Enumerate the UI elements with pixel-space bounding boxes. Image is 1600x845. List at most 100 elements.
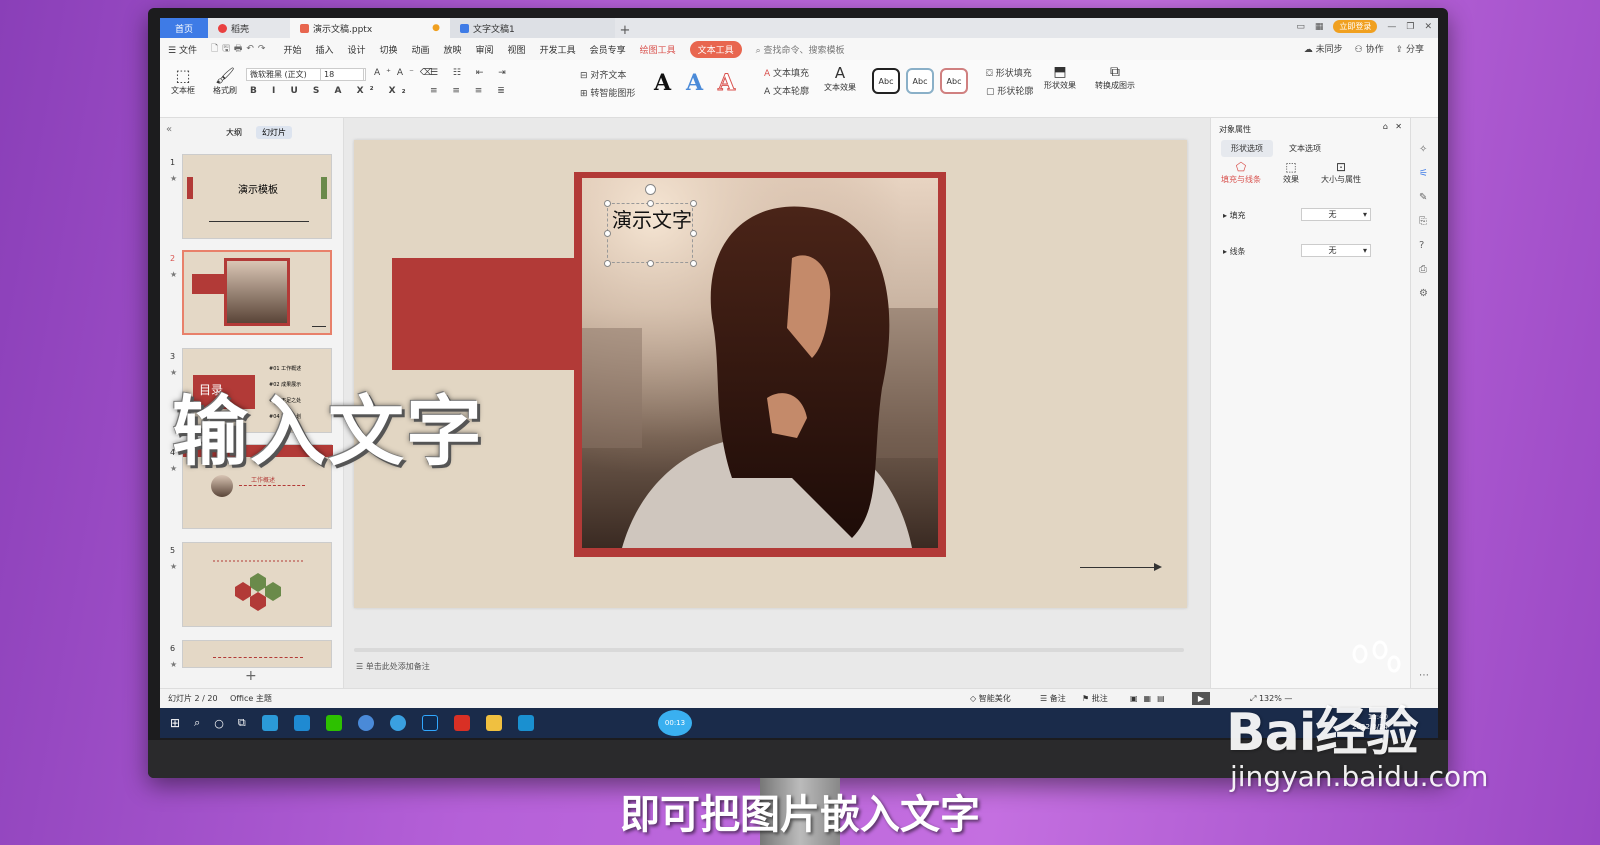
collab-button[interactable]: ⚇ 协作 (1355, 42, 1384, 55)
smart-beautify-button[interactable]: ◇ 智能美化 (970, 689, 1011, 708)
rotate-handle-icon[interactable] (645, 184, 656, 195)
store-icon[interactable] (517, 715, 534, 731)
tab-shape-options[interactable]: 形状选项 (1221, 140, 1273, 157)
tab-slides[interactable]: 幻灯片 (256, 126, 292, 139)
close-icon[interactable]: ✕ (1424, 22, 1432, 32)
resize-handle[interactable] (690, 260, 697, 267)
shape-fill-button[interactable]: ⛋ 形状填充 (986, 66, 1032, 79)
pin-tool-icon[interactable]: ✎ (1419, 192, 1427, 203)
menu-item-review[interactable]: 审阅 (476, 43, 494, 56)
resize-handle[interactable] (604, 230, 611, 237)
wps-icon[interactable] (453, 715, 470, 731)
fill-select[interactable]: 无 ▾ (1301, 208, 1371, 221)
folder-icon[interactable] (485, 715, 502, 731)
resize-handle[interactable] (647, 260, 654, 267)
resize-handle[interactable] (690, 230, 697, 237)
shape-style-3[interactable]: Abc (940, 68, 968, 94)
shape-effect-button[interactable]: ⬒ 形状效果 (1040, 64, 1080, 91)
resize-handle[interactable] (604, 200, 611, 207)
share-button[interactable]: ⇪ 分享 (1396, 42, 1424, 55)
cortana-icon[interactable]: ○ (214, 717, 224, 730)
shape-style-2[interactable]: Abc (906, 68, 934, 94)
textbox-button[interactable]: ⬚ 文本框 (166, 66, 200, 96)
slide-thumb-2[interactable] (182, 250, 332, 335)
slide-thumb-5[interactable] (182, 542, 332, 627)
tab-active-doc[interactable]: 演示文稿.pptx ● (290, 18, 450, 38)
command-search[interactable]: ⌕ 查找命令、搜索模板 (756, 43, 845, 56)
text-outline-button[interactable]: A 文本轮廓 (764, 84, 809, 97)
layout-icon[interactable]: ▭ (1296, 22, 1305, 32)
notes-area[interactable]: ☰ 单击此处添加备注 (344, 658, 1210, 676)
new-tab-button[interactable]: + (615, 23, 635, 38)
shape-outline-button[interactable]: ▢ 形状轮廓 (986, 84, 1033, 97)
tab-text-doc[interactable]: 文字文稿1 (450, 18, 615, 38)
resize-handle[interactable] (690, 200, 697, 207)
edge-icon[interactable] (293, 715, 310, 731)
app-icon[interactable] (357, 715, 374, 731)
menu-text-tools[interactable]: 文本工具 (689, 40, 742, 58)
text-style-black[interactable]: A (654, 70, 671, 96)
pin-icon[interactable]: ⌂ (1383, 122, 1388, 131)
add-slide-button[interactable]: + (245, 668, 257, 684)
tab-outline[interactable]: 大纲 (220, 126, 248, 139)
apps-grid-icon[interactable]: ▦ (1315, 22, 1324, 32)
font-size-select[interactable]: 18 (320, 68, 364, 81)
smart-shape-button[interactable]: ⊞ 转智能图形 (580, 86, 635, 99)
line-row[interactable]: ▸ 线条 (1223, 246, 1246, 257)
restore-icon[interactable]: ❐ (1406, 22, 1414, 32)
play-icon[interactable]: ▶ (1192, 692, 1210, 705)
menu-item-insert[interactable]: 插入 (315, 43, 333, 56)
photo-frame[interactable]: 演示文字 (574, 172, 946, 557)
browser-icon[interactable] (261, 715, 278, 731)
minimize-icon[interactable]: — (1387, 22, 1396, 32)
align-buttons[interactable]: ≡ ≡ ≡ ≣ (430, 86, 511, 96)
qq-browser-icon[interactable] (389, 715, 406, 731)
fill-row[interactable]: ▸ 填充 (1223, 210, 1246, 221)
quick-access-icons[interactable]: 🗋🖫🖶↶↷ (211, 41, 269, 57)
text-effect-button[interactable]: A 文本效果 (820, 64, 860, 93)
subtab-size[interactable]: ⊡ 大小与属性 (1311, 160, 1371, 185)
panel-close-icon[interactable]: ✕ (1395, 122, 1402, 131)
help-icon[interactable]: ? (1419, 240, 1424, 251)
backup-icon[interactable]: ⎘ (1419, 216, 1427, 227)
align-text-button[interactable]: ⊟ 对齐文本 (580, 68, 626, 81)
tab-home[interactable]: 首页 (160, 18, 208, 38)
wand-icon[interactable]: ✧ (1419, 144, 1427, 155)
text-fill-button[interactable]: A 文本填充 (764, 66, 809, 79)
tab-docer[interactable]: 稻壳 (208, 18, 290, 38)
horizontal-scrollbar[interactable] (354, 648, 1184, 652)
task-view-icon[interactable]: ⧉ (238, 716, 246, 730)
notes-button[interactable]: ☰ 备注 (1040, 689, 1066, 708)
font-style-buttons[interactable]: B I U S A X² X₂ (250, 86, 412, 96)
format-painter-button[interactable]: 🖌 格式刷 (208, 66, 242, 96)
windows-start-icon[interactable]: ⊞ (170, 716, 180, 730)
slide-thumb-1[interactable]: 演示模板 (182, 154, 332, 239)
text-style-blue[interactable]: A (686, 70, 703, 96)
menu-item-slideshow[interactable]: 放映 (444, 43, 462, 56)
menu-item-developer[interactable]: 开发工具 (540, 43, 576, 56)
menu-drawing-tools[interactable]: 绘图工具 (640, 43, 676, 56)
resize-handle[interactable] (604, 260, 611, 267)
line-select[interactable]: 无 ▾ (1301, 244, 1371, 257)
shape-style-1[interactable]: Abc (872, 68, 900, 94)
search-icon[interactable]: ⌕ (194, 716, 200, 730)
convert-diagram-button[interactable]: ⧉ 转换成图示 (1090, 64, 1140, 91)
menu-item-transition[interactable]: 切换 (379, 43, 397, 56)
login-button[interactable]: 立即登录 (1333, 20, 1378, 33)
properties-icon[interactable]: ⚟ (1419, 168, 1428, 179)
menu-item-design[interactable]: 设计 (347, 43, 365, 56)
view-mode-buttons[interactable]: ▣▦▤ (1130, 689, 1171, 708)
text-style-outline[interactable]: A (717, 70, 735, 97)
tab-text-options[interactable]: 文本选项 (1279, 140, 1331, 157)
menu-file[interactable]: ☰ 文件 (168, 43, 197, 56)
menu-item-view[interactable]: 视图 (508, 43, 526, 56)
share-icon[interactable]: ⎙ (1419, 264, 1427, 275)
settings-icon[interactable]: ⚙ (1419, 288, 1428, 299)
resize-handle[interactable] (647, 200, 654, 207)
menu-item-animation[interactable]: 动画 (412, 43, 430, 56)
menu-item-start[interactable]: 开始 (283, 43, 301, 56)
font-grow-shrink[interactable]: A⁺A⁻⌫ (374, 68, 439, 78)
sync-button[interactable]: ☁ 未同步 (1304, 42, 1343, 55)
list-buttons[interactable]: ☰ ☷ ⇤ ⇥ (430, 68, 512, 78)
menu-item-member[interactable]: 会员专享 (590, 43, 626, 56)
